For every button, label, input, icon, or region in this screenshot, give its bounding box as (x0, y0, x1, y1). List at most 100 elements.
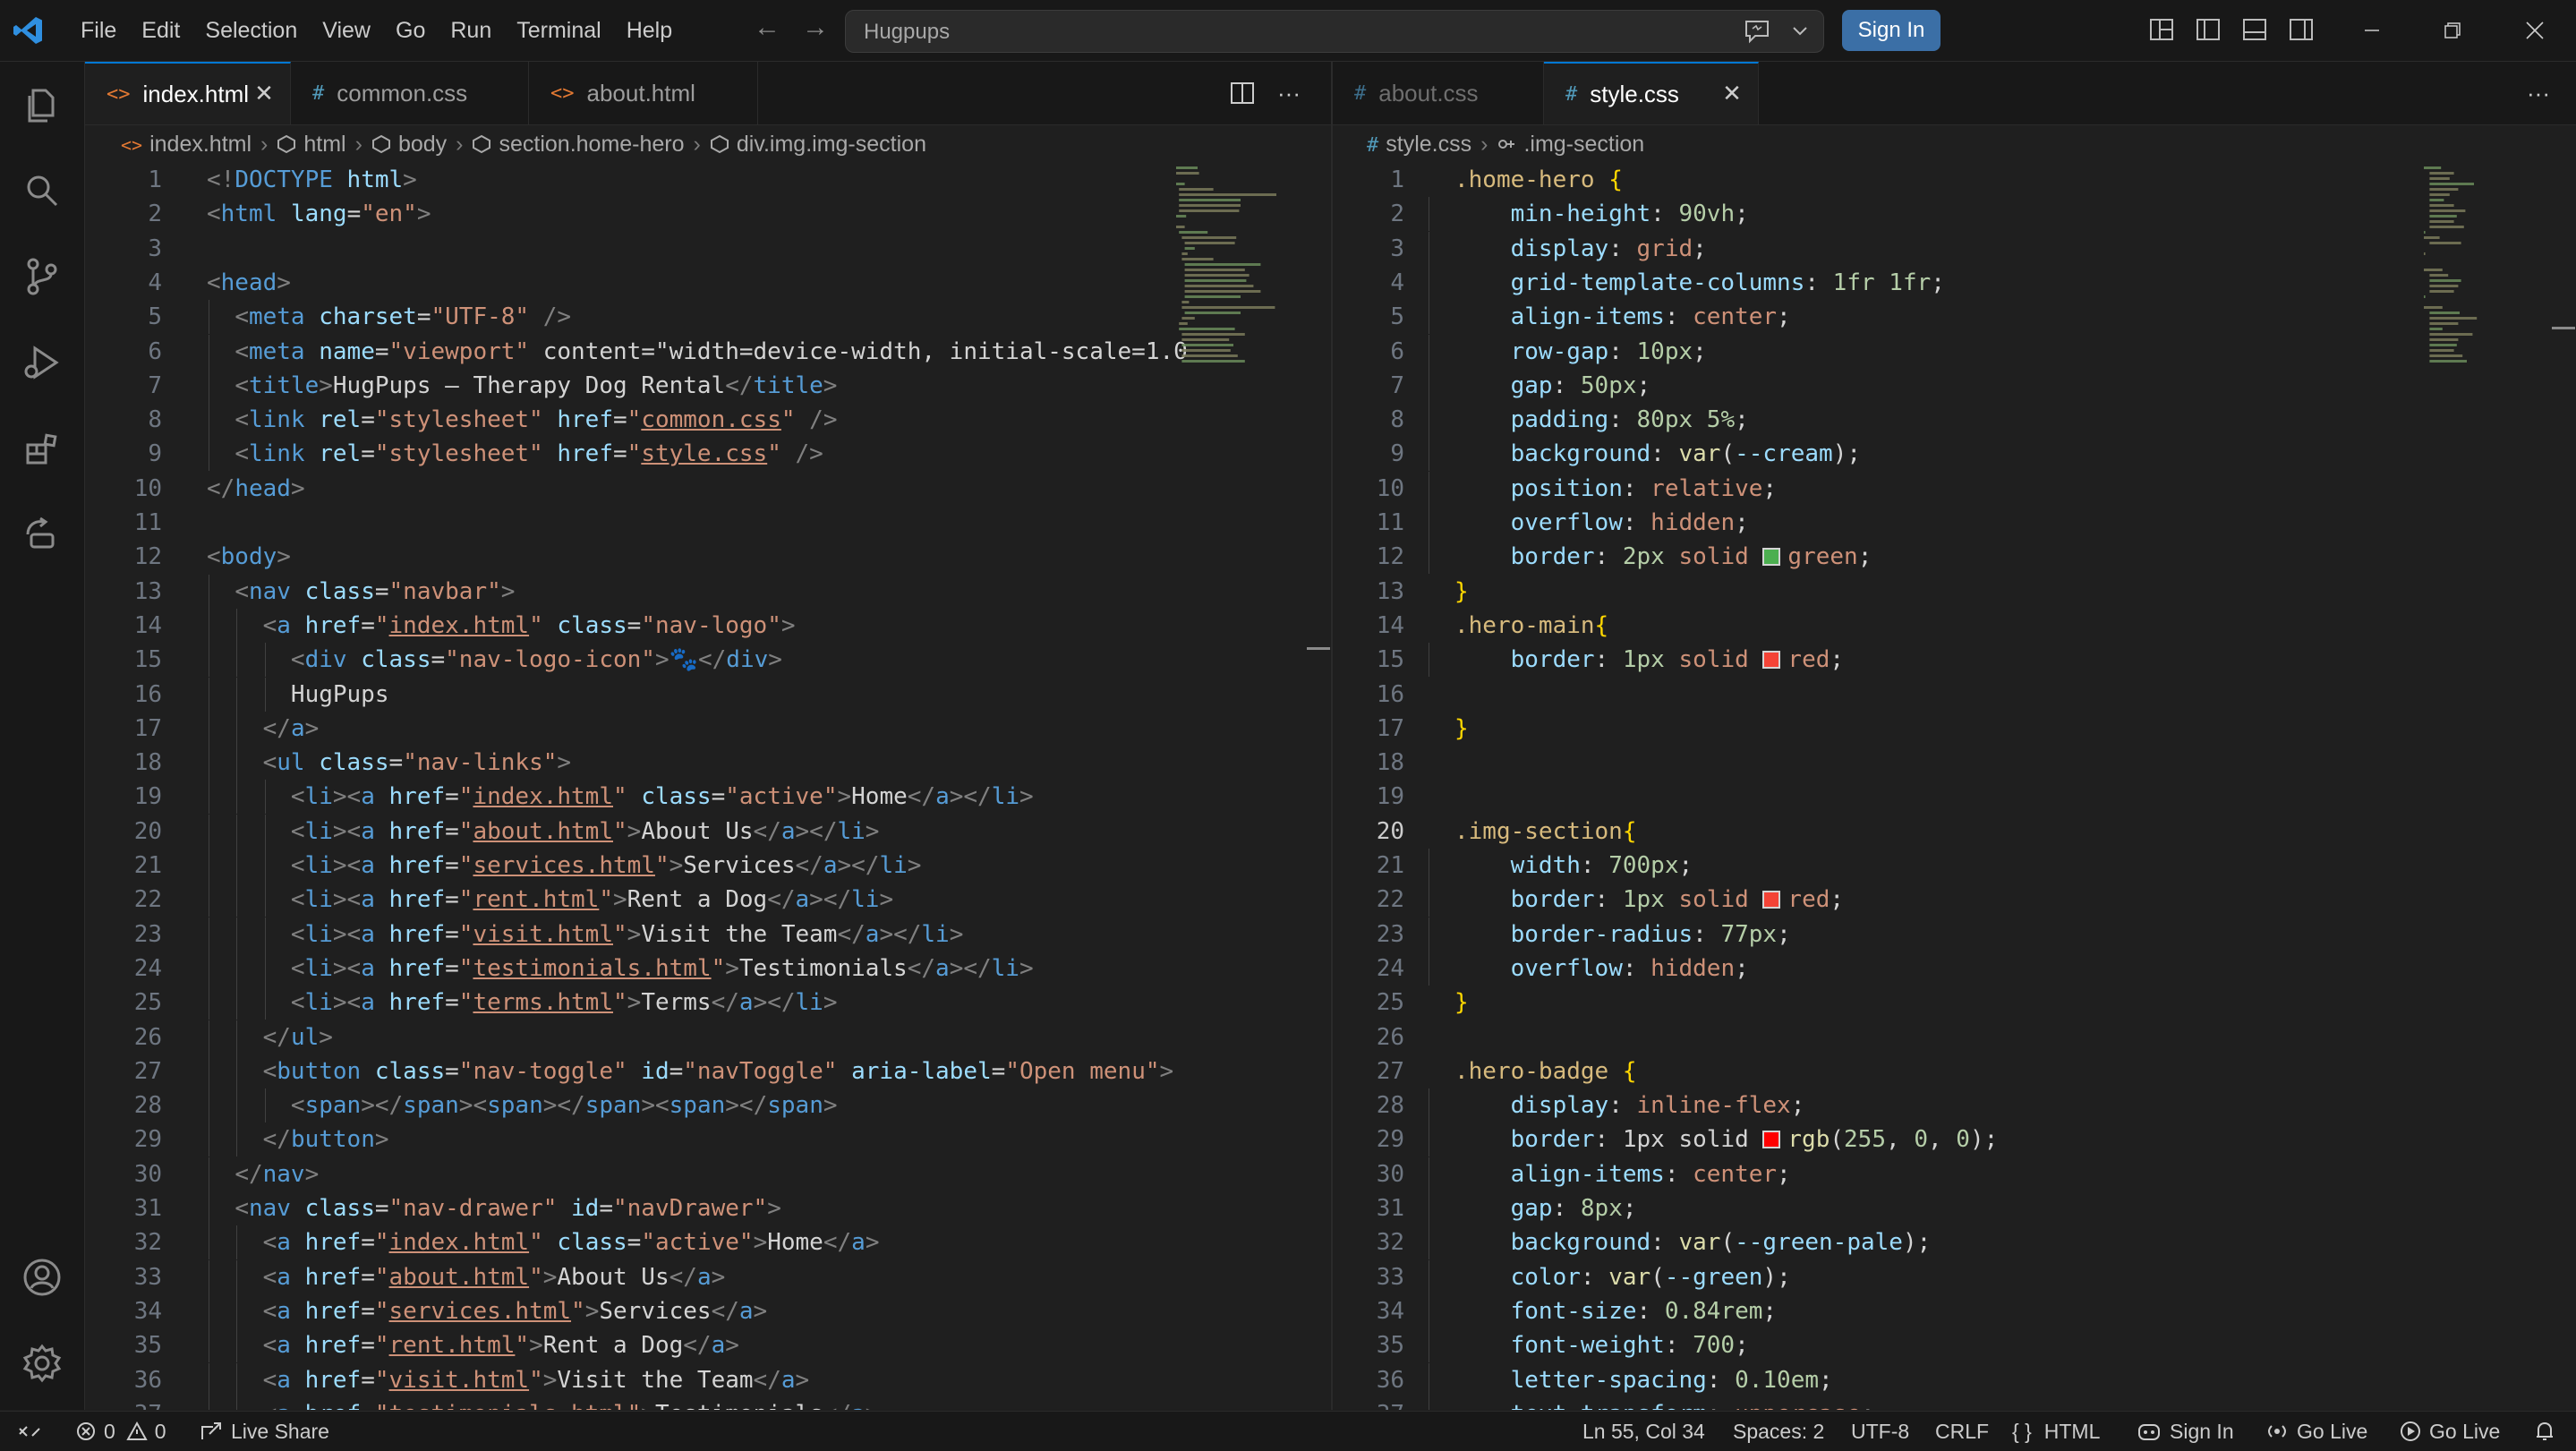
line-content: overflow: hidden; (1510, 954, 1749, 982)
scrollbar-right[interactable] (2552, 327, 2575, 329)
tab-common-css[interactable]: # common.css (291, 62, 529, 124)
menu-view[interactable]: View (310, 18, 383, 44)
line-number: 34 (133, 1297, 162, 1325)
settings-gear-icon[interactable] (21, 1342, 64, 1385)
line-number: 5 (148, 303, 162, 331)
menu-help[interactable]: Help (614, 18, 685, 44)
menu-go[interactable]: Go (383, 18, 438, 44)
source-control-icon[interactable] (21, 255, 64, 298)
tab-index-html[interactable]: <> index.html ✕ (85, 62, 291, 124)
tab-style-css[interactable]: # style.css ✕ (1544, 62, 1759, 124)
error-icon (77, 1422, 95, 1440)
toggle-secondary-sidebar-icon[interactable] (2288, 16, 2315, 43)
menu-terminal[interactable]: Terminal (504, 18, 613, 44)
breadcrumb-item[interactable]: index.html (149, 132, 252, 158)
remote-icon (19, 1426, 40, 1437)
line-number: 3 (148, 235, 162, 262)
menu-selection[interactable]: Selection (192, 18, 310, 44)
remote-explorer-icon[interactable] (21, 513, 64, 556)
color-swatch[interactable] (1762, 651, 1781, 670)
vscode-logo-icon[interactable] (13, 14, 45, 47)
minimap-line (1184, 263, 1261, 266)
scrollbar-left[interactable] (1307, 647, 1330, 650)
minimize-icon[interactable] (2354, 13, 2390, 48)
minimap-line (1184, 274, 1250, 277)
close-window-icon[interactable] (2517, 13, 2553, 48)
go-live-button-1[interactable]: Go Live (2265, 1412, 2367, 1451)
breadcrumb-item[interactable]: body (398, 132, 447, 158)
command-center-search[interactable]: Hugpups (845, 10, 1824, 53)
minimap-line (1181, 333, 1245, 336)
breadcrumb-item[interactable]: style.css (1386, 132, 1471, 158)
toggle-primary-sidebar-icon[interactable] (2195, 16, 2222, 43)
line-number: 28 (1376, 1092, 1404, 1120)
minimap-line (2429, 285, 2459, 287)
indent-guide (264, 986, 266, 1020)
line-number: 24 (133, 954, 162, 982)
extensions-icon[interactable] (21, 427, 64, 470)
line-content: <button class="nav-toggle" id="navToggle… (262, 1057, 1174, 1085)
sign-in-button[interactable]: Sign In (1842, 10, 1941, 51)
minimap-line (1184, 269, 1245, 271)
line-content: align-items: center; (1510, 303, 1791, 331)
tab-about-css[interactable]: # about.css (1333, 62, 1544, 124)
forward-arrow-icon[interactable]: → (802, 13, 829, 43)
search-icon[interactable] (21, 169, 64, 212)
remote-indicator[interactable] (16, 1412, 50, 1451)
menu-edit[interactable]: Edit (129, 18, 192, 44)
minimap-line (1176, 166, 1198, 169)
menu-bar: File Edit Selection View Go Run Terminal Help (68, 0, 685, 61)
menu-file[interactable]: File (68, 18, 129, 44)
line-number: 15 (1376, 646, 1404, 674)
minimap-right[interactable] (2420, 163, 2555, 628)
toggle-panel-icon[interactable] (2241, 16, 2268, 43)
minimap-line (2429, 328, 2443, 330)
minimap-line (2429, 354, 2463, 357)
tab-label: about.html (586, 79, 695, 107)
customize-layout-icon[interactable] (2148, 16, 2175, 43)
line-content: overflow: hidden; (1510, 509, 1749, 536)
restore-icon[interactable] (2435, 13, 2470, 48)
color-swatch[interactable] (1762, 1131, 1781, 1149)
copilot-sign-in[interactable]: Sign In (2136, 1412, 2234, 1451)
color-swatch[interactable] (1762, 891, 1781, 909)
tab-about-html[interactable]: <> about.html (529, 62, 758, 124)
notifications-bell-icon[interactable] (2533, 1412, 2563, 1451)
chat-icon[interactable] (1743, 18, 1771, 45)
breadcrumb-item[interactable]: .img-section (1523, 132, 1644, 158)
split-editor-icon[interactable] (1229, 80, 1256, 107)
warning-icon (126, 1421, 148, 1440)
line-number: 10 (133, 474, 162, 502)
go-live-label: Go Live (2297, 1419, 2368, 1443)
breadcrumb-item[interactable]: section.home-hero (499, 132, 684, 158)
indentation[interactable]: Spaces: 2 (1733, 1412, 1824, 1451)
line-content: background: var(--green-pale); (1510, 1229, 1932, 1257)
end-of-line[interactable]: CRLF (1935, 1412, 1989, 1451)
cursor-position[interactable]: Ln 55, Col 34 (1582, 1412, 1705, 1451)
minimap-line (2424, 166, 2442, 169)
line-content: <nav class="nav-drawer" id="navDrawer"> (235, 1195, 781, 1222)
breadcrumb-item[interactable]: div.img.img-section (737, 132, 926, 158)
minimap-left[interactable] (1173, 163, 1307, 628)
back-arrow-icon[interactable]: ← (754, 13, 780, 43)
line-content: </nav> (235, 1160, 320, 1188)
close-tab-icon[interactable]: ✕ (251, 80, 277, 107)
live-share-button[interactable]: Live Share (199, 1412, 329, 1451)
color-swatch[interactable] (1762, 548, 1781, 567)
go-live-button-2[interactable]: Go Live (2399, 1412, 2500, 1451)
problems-indicator[interactable]: 0 0 (75, 1412, 166, 1451)
chevron-down-icon[interactable] (1789, 20, 1811, 41)
line-content: align-items: center; (1510, 1160, 1791, 1188)
run-debug-icon[interactable] (21, 341, 64, 384)
more-actions-icon[interactable]: ··· (1275, 80, 1302, 107)
language-mode[interactable]: { } HTML (2012, 1412, 2100, 1451)
menu-run[interactable]: Run (438, 18, 504, 44)
encoding[interactable]: UTF-8 (1851, 1412, 1909, 1451)
line-content: padding: 80px 5%; (1510, 406, 1749, 434)
more-actions-icon[interactable]: ··· (2525, 80, 2552, 107)
explorer-icon[interactable] (21, 83, 64, 126)
command-center-text: Hugpups (864, 20, 951, 44)
breadcrumb-item[interactable]: html (303, 132, 345, 158)
accounts-icon[interactable] (21, 1256, 64, 1299)
close-tab-icon[interactable]: ✕ (1719, 80, 1745, 107)
